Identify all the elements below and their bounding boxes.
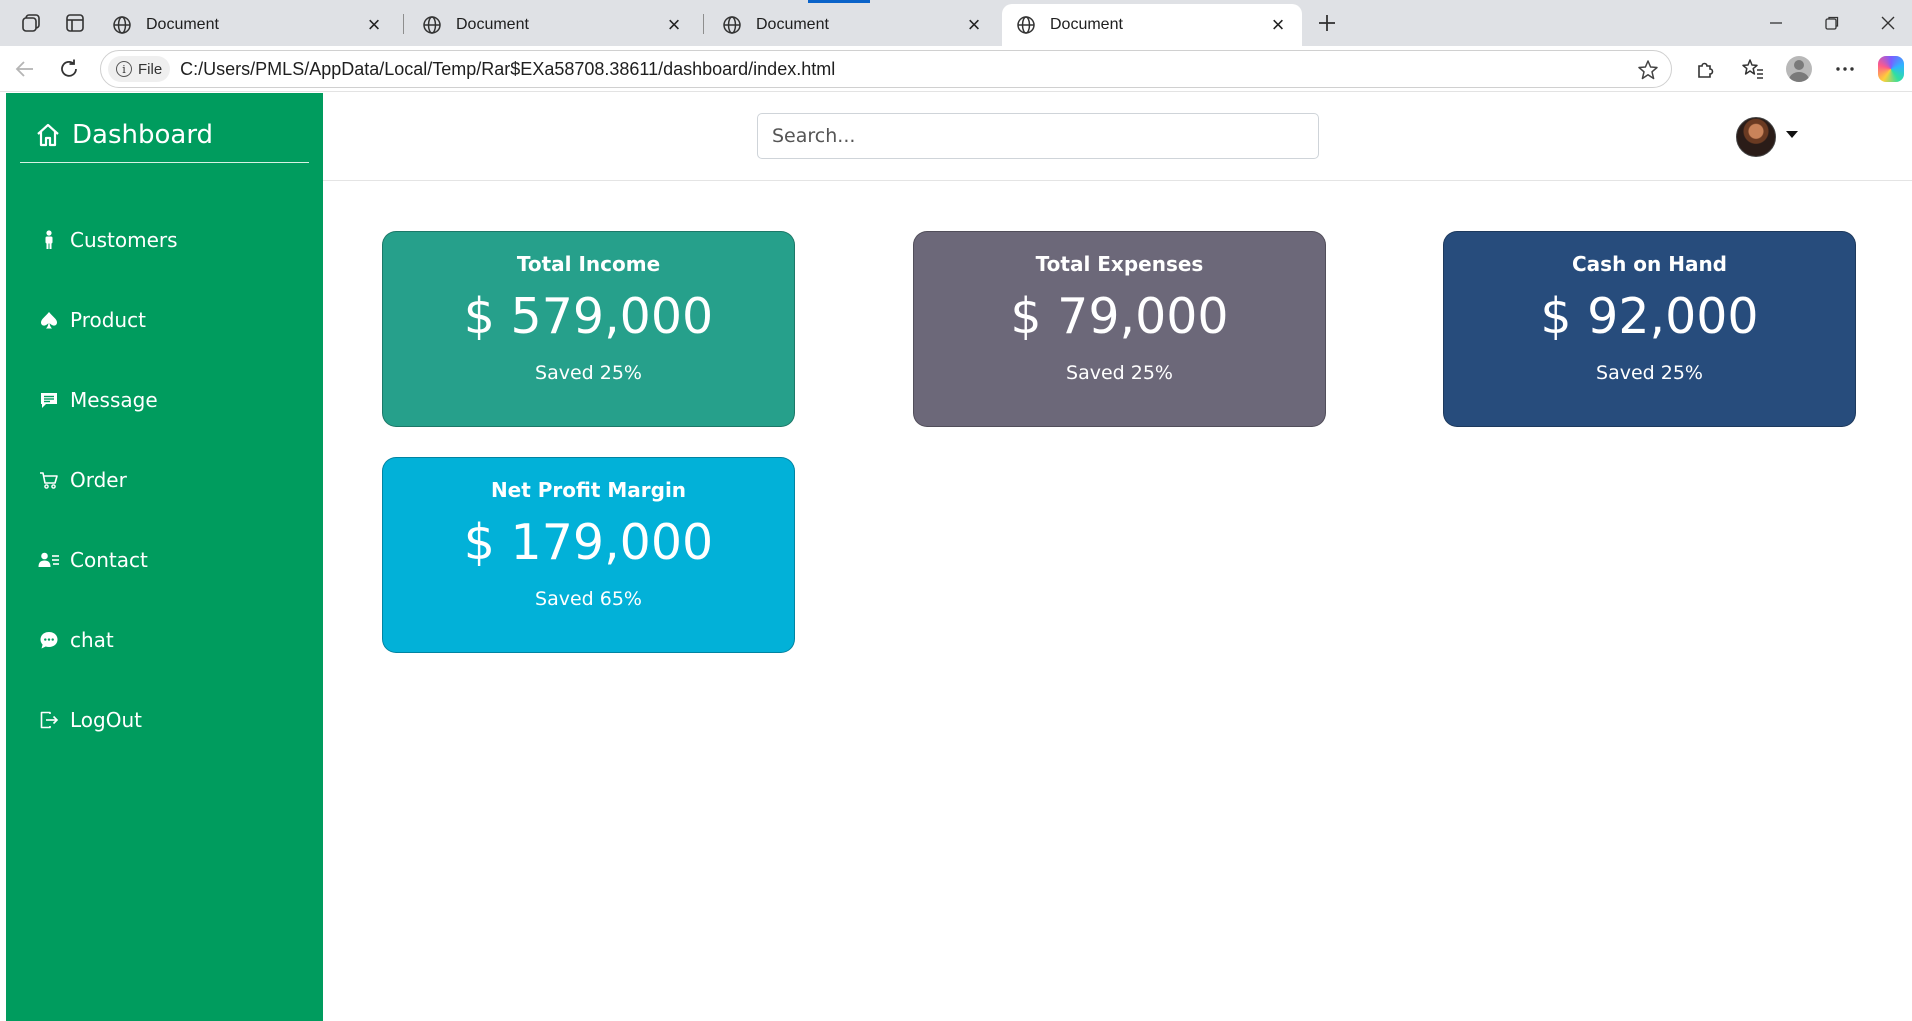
spade-icon xyxy=(38,309,60,331)
sidebar-item-label: Customers xyxy=(70,228,178,252)
sidebar-item-label: Product xyxy=(70,308,146,332)
card-value: $ 179,000 xyxy=(463,514,714,571)
card-value: $ 579,000 xyxy=(463,288,714,345)
sidebar-item-label: LogOut xyxy=(70,708,142,732)
tab-title: Document xyxy=(456,16,529,33)
contact-card-icon xyxy=(38,549,60,571)
url-text: C:/Users/PMLS/AppData/Local/Temp/Rar$EXa… xyxy=(180,58,836,79)
card-title: Cash on Hand xyxy=(1571,252,1727,276)
address-bar: i File C:/Users/PMLS/AppData/Local/Temp/… xyxy=(0,46,1912,92)
brand-label: Dashboard xyxy=(72,120,214,150)
browser-tab[interactable]: Document × xyxy=(98,4,398,46)
card-subtext: Saved 25% xyxy=(1066,362,1173,384)
stat-card-net-profit-margin: Net Profit Margin $ 179,000 Saved 65% xyxy=(382,457,795,653)
message-icon xyxy=(38,389,60,411)
close-icon[interactable]: × xyxy=(964,12,984,37)
sidebar: Dashboard Customers Product Message Orde… xyxy=(6,93,323,1021)
vertical-tabs-icon[interactable] xyxy=(54,0,96,46)
back-arrow-icon[interactable] xyxy=(8,52,42,86)
chevron-down-icon[interactable] xyxy=(1786,131,1798,138)
profile-icon[interactable] xyxy=(1782,52,1816,86)
favorite-star-icon[interactable] xyxy=(1637,59,1659,81)
browser-tab-active[interactable]: Document × xyxy=(1002,4,1302,46)
sidebar-item-customers[interactable]: Customers xyxy=(38,222,178,258)
minimize-icon[interactable] xyxy=(1748,0,1804,46)
person-icon xyxy=(38,229,60,251)
loading-indicator xyxy=(808,0,870,3)
stat-card-total-income: Total Income $ 579,000 Saved 25% xyxy=(382,231,795,427)
top-bar xyxy=(323,93,1912,181)
window-close-icon[interactable] xyxy=(1860,0,1912,46)
card-value: $ 79,000 xyxy=(1010,288,1229,345)
sidebar-item-logout[interactable]: LogOut xyxy=(38,702,142,738)
more-options-icon[interactable] xyxy=(1828,52,1862,86)
site-info-chip[interactable]: i File xyxy=(108,56,171,82)
favorites-icon[interactable] xyxy=(1736,52,1770,86)
sidebar-item-message[interactable]: Message xyxy=(38,382,158,418)
sidebar-item-label: Contact xyxy=(70,548,148,572)
info-icon: i xyxy=(116,61,132,77)
sidebar-item-label: Order xyxy=(70,468,127,492)
close-icon[interactable]: × xyxy=(364,12,384,37)
globe-icon xyxy=(423,16,441,34)
card-subtext: Saved 65% xyxy=(535,588,642,610)
tab-title: Document xyxy=(756,16,829,33)
new-tab-icon[interactable] xyxy=(1310,6,1344,40)
avatar[interactable] xyxy=(1736,117,1776,157)
tab-separator xyxy=(703,14,704,34)
close-icon[interactable]: × xyxy=(1268,12,1288,37)
card-title: Total Income xyxy=(516,252,661,276)
sidebar-divider xyxy=(20,162,309,163)
site-info-label: File xyxy=(138,60,163,78)
refresh-icon[interactable] xyxy=(52,52,86,86)
chat-bubble-icon xyxy=(38,629,60,651)
copilot-icon[interactable] xyxy=(1874,52,1908,86)
close-icon[interactable]: × xyxy=(664,12,684,37)
sidebar-item-chat[interactable]: chat xyxy=(38,622,114,658)
stat-card-cash-on-hand: Cash on Hand $ 92,000 Saved 25% xyxy=(1443,231,1856,427)
sidebar-item-order[interactable]: Order xyxy=(38,462,127,498)
sidebar-item-contact[interactable]: Contact xyxy=(38,542,148,578)
globe-icon xyxy=(1017,16,1035,34)
stat-card-total-expenses: Total Expenses $ 79,000 Saved 25% xyxy=(913,231,1326,427)
workspaces-icon[interactable] xyxy=(10,0,52,46)
extensions-icon[interactable] xyxy=(1688,52,1722,86)
tab-separator xyxy=(403,14,404,34)
home-icon xyxy=(37,123,59,147)
card-title: Total Expenses xyxy=(1035,252,1204,276)
card-value: $ 92,000 xyxy=(1540,288,1759,345)
browser-tab[interactable]: Document × xyxy=(708,4,998,46)
card-subtext: Saved 25% xyxy=(535,362,642,384)
url-field[interactable]: i File C:/Users/PMLS/AppData/Local/Temp/… xyxy=(100,50,1672,88)
sidebar-item-product[interactable]: Product xyxy=(38,302,146,338)
dashboard-brand-link[interactable]: Dashboard xyxy=(34,113,213,157)
browser-tab[interactable]: Document × xyxy=(408,4,698,46)
sidebar-item-label: Message xyxy=(70,388,158,412)
browser-tab-strip: Document × Document × Document × Documen… xyxy=(0,0,1912,46)
cart-icon xyxy=(38,469,60,491)
globe-icon xyxy=(113,16,131,34)
card-title: Net Profit Margin xyxy=(490,478,687,502)
card-subtext: Saved 25% xyxy=(1596,362,1703,384)
sidebar-item-label: chat xyxy=(70,628,114,652)
logout-icon xyxy=(38,709,60,731)
tab-title: Document xyxy=(1050,16,1123,33)
search-input[interactable] xyxy=(757,113,1319,159)
restore-icon[interactable] xyxy=(1804,0,1860,46)
tab-title: Document xyxy=(146,16,219,33)
globe-icon xyxy=(723,16,741,34)
